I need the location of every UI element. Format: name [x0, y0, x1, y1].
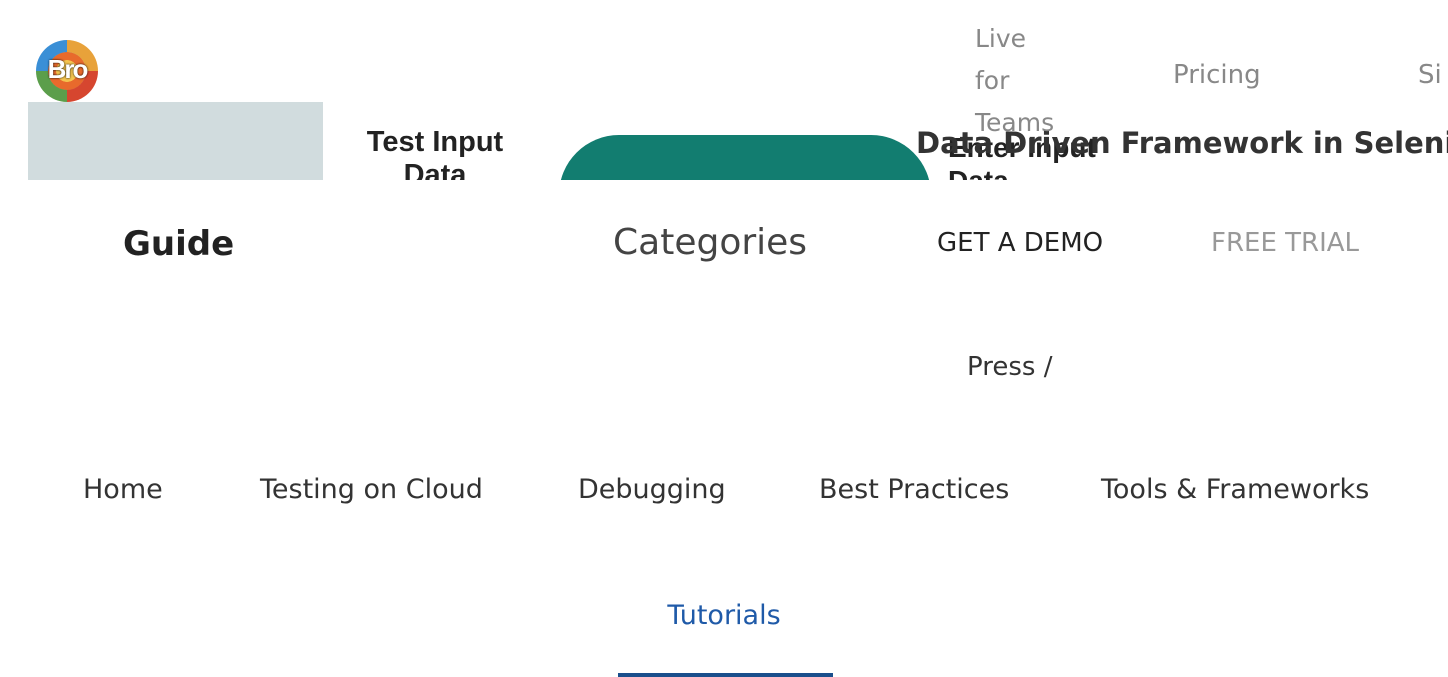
nav-pricing[interactable]: Pricing	[1173, 60, 1261, 90]
search-shortcut-hint[interactable]: Press /	[967, 352, 1052, 382]
tab-best-practices[interactable]: Best Practices	[819, 474, 1009, 505]
browserstack-logo[interactable]: Bro	[36, 40, 98, 102]
nav-signin[interactable]: Si	[1418, 60, 1442, 90]
diagram-box	[28, 102, 323, 180]
logo-text: Bro	[47, 54, 89, 84]
active-tab-underline	[618, 673, 833, 677]
tab-tools-frameworks[interactable]: Tools & Frameworks	[1101, 474, 1369, 505]
tab-tutorials[interactable]: Tutorials	[0, 600, 1448, 631]
tab-home[interactable]: Home	[83, 474, 163, 505]
free-trial-button[interactable]: FREE TRIAL	[1211, 228, 1359, 258]
tab-testing-on-cloud[interactable]: Testing on Cloud	[260, 474, 483, 505]
nav-live-for-teams[interactable]: Live for Teams	[975, 18, 1055, 144]
get-a-demo-button[interactable]: GET A DEMO	[937, 228, 1103, 258]
diagram-label-test-input: Test Input Data	[366, 126, 504, 180]
guide-heading[interactable]: Guide	[123, 224, 234, 264]
tab-debugging[interactable]: Debugging	[578, 474, 726, 505]
categories-menu[interactable]: Categories	[613, 222, 807, 263]
